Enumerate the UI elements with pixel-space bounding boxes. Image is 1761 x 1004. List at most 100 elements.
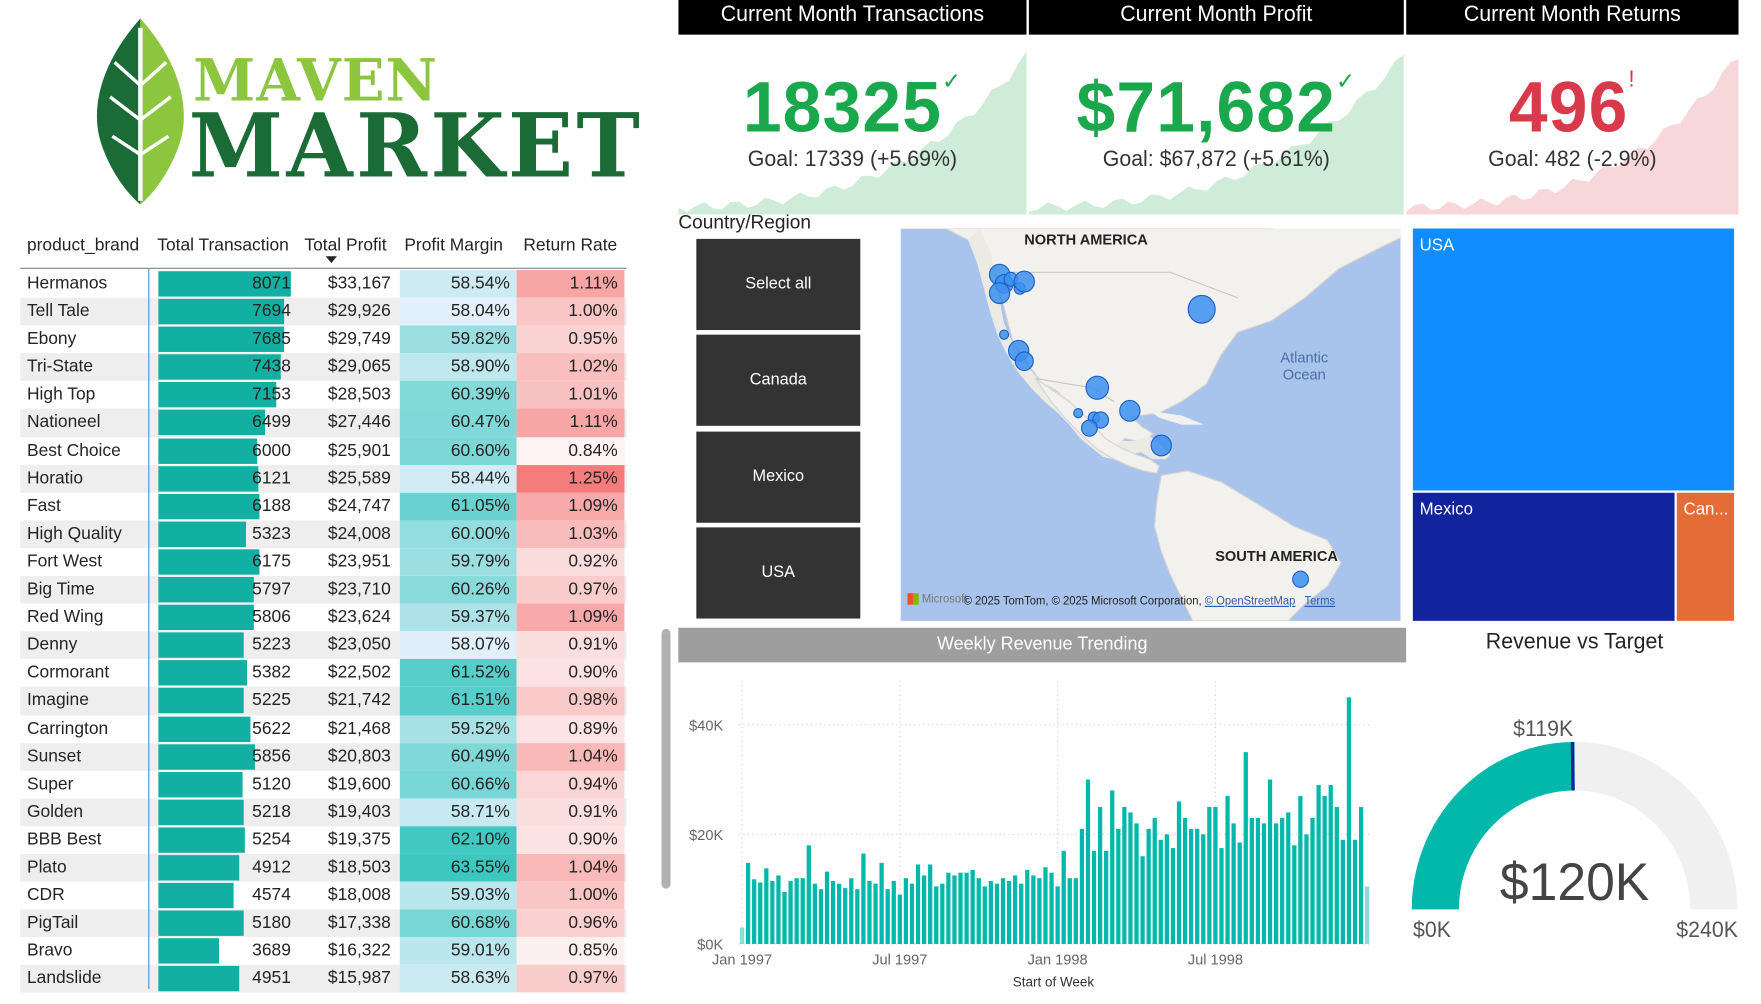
revenue-bar[interactable] — [988, 880, 993, 944]
table-row[interactable]: Landslide 4951 $15,987 58.63% 0.97% — [20, 965, 627, 993]
table-row[interactable]: Imagine 5225 $21,742 61.51% 0.98% — [20, 687, 627, 715]
table-row[interactable]: CDR 4574 $18,008 59.03% 1.00% — [20, 881, 626, 910]
revenue-bar[interactable] — [915, 864, 921, 944]
revenue-bar[interactable] — [1261, 823, 1267, 944]
revenue-bar[interactable] — [1085, 779, 1091, 944]
revenue-bar[interactable] — [758, 882, 763, 944]
revenue-bar[interactable] — [952, 875, 957, 944]
revenue-bar[interactable] — [1013, 875, 1018, 944]
revenue-bar[interactable] — [1110, 790, 1115, 944]
revenue-bar[interactable] — [1346, 697, 1352, 944]
revenue-bar[interactable] — [1158, 839, 1163, 944]
revenue-bar[interactable] — [1067, 878, 1072, 944]
revenue-bar[interactable] — [1043, 867, 1048, 944]
revenue-bar[interactable] — [1267, 779, 1273, 944]
table-row[interactable]: Red Wing 5806 $23,624 59.37% 1.09% — [20, 603, 626, 632]
revenue-bar[interactable] — [1316, 785, 1321, 944]
revenue-bar[interactable] — [1334, 806, 1339, 944]
revenue-bar[interactable] — [1237, 842, 1242, 944]
revenue-bar[interactable] — [1292, 845, 1297, 944]
revenue-bar[interactable] — [1140, 856, 1145, 944]
revenue-gauge[interactable]: $120K $119K $0K $240K — [1404, 704, 1752, 958]
revenue-bar[interactable] — [1146, 828, 1151, 944]
revenue-bar[interactable] — [1170, 848, 1176, 944]
revenue-bar[interactable] — [770, 880, 775, 944]
revenue-bar[interactable] — [1079, 828, 1085, 944]
revenue-bar[interactable] — [1298, 795, 1303, 944]
revenue-bar[interactable] — [1104, 850, 1109, 944]
table-row[interactable]: Sunset 5856 $20,803 60.49% 1.04% — [20, 742, 627, 771]
table-row[interactable]: Best Choice 6000 $25,901 60.60% 0.84% — [20, 436, 626, 465]
table-row[interactable]: Tri-State 7438 $29,065 58.90% 1.02% — [20, 353, 627, 382]
revenue-bar[interactable] — [1182, 817, 1188, 944]
revenue-bar[interactable] — [1097, 806, 1103, 944]
revenue-bar[interactable] — [1280, 817, 1285, 944]
revenue-bar[interactable] — [824, 871, 830, 944]
table-row[interactable]: Golden 5218 $19,403 58.71% 0.91% — [20, 798, 627, 827]
revenue-bar[interactable] — [1358, 806, 1364, 944]
revenue-bar[interactable] — [1249, 817, 1254, 944]
header-profit-margin[interactable]: Profit Margin — [404, 235, 503, 256]
revenue-bar[interactable] — [752, 879, 757, 944]
revenue-bar[interactable] — [812, 883, 817, 944]
revenue-bar[interactable] — [1225, 795, 1230, 944]
revenue-bar[interactable] — [861, 853, 866, 944]
revenue-bar[interactable] — [1152, 817, 1157, 944]
revenue-bar[interactable] — [982, 886, 987, 944]
table-row[interactable]: Big Time 5797 $23,710 60.26% 0.97% — [20, 575, 627, 604]
weekly-revenue-chart[interactable]: $0K $20K $40K Jan 1997 Jul 1997 Jan 1998 Jul 1… — [674, 667, 1393, 1002]
revenue-bar[interactable] — [782, 891, 787, 944]
header-return-rate[interactable]: Return Rate — [523, 235, 617, 256]
revenue-bar[interactable] — [903, 878, 909, 944]
openstreetmap-link[interactable]: © OpenStreetMap — [1205, 595, 1296, 608]
revenue-bar[interactable] — [994, 883, 1000, 944]
revenue-bar[interactable] — [1061, 850, 1066, 944]
slicer-option-canada[interactable]: Canada — [696, 334, 861, 426]
revenue-bar[interactable] — [806, 845, 811, 944]
revenue-bar[interactable] — [776, 875, 781, 944]
sort-descending-icon[interactable] — [325, 256, 337, 264]
table-row[interactable]: Bravo 3689 $16,322 59.01% 0.85% — [20, 937, 626, 966]
revenue-bar[interactable] — [934, 886, 939, 944]
revenue-bar[interactable] — [818, 889, 824, 944]
revenue-bar[interactable] — [1006, 880, 1012, 944]
revenue-bar[interactable] — [1207, 806, 1212, 944]
slicer-option-mexico[interactable]: Mexico — [696, 431, 861, 523]
table-row[interactable]: Ebony 7685 $29,749 59.82% 0.95% — [20, 325, 626, 354]
revenue-bar[interactable] — [1055, 886, 1060, 944]
revenue-bar[interactable] — [843, 888, 848, 944]
revenue-bar[interactable] — [1134, 823, 1139, 944]
treemap-cell-usa[interactable]: USA — [1412, 228, 1735, 491]
scrollbar[interactable] — [661, 628, 671, 889]
revenue-bar[interactable] — [745, 862, 751, 944]
table-row[interactable]: Fast 6188 $24,747 61.05% 1.09% — [20, 492, 626, 521]
slicer-option-select-all[interactable]: Select all — [696, 238, 861, 331]
revenue-bar[interactable] — [928, 864, 933, 944]
revenue-bar[interactable] — [1164, 834, 1169, 944]
revenue-bar[interactable] — [891, 880, 896, 944]
revenue-bar[interactable] — [1213, 806, 1218, 944]
revenue-bar[interactable] — [1304, 834, 1309, 944]
table-row[interactable]: Tell Tale 7694 $29,926 58.04% 1.00% — [20, 297, 627, 326]
table-row[interactable]: Nationeel 6499 $27,446 60.47% 1.11% — [20, 409, 627, 437]
revenue-bar[interactable] — [1122, 806, 1127, 944]
table-row[interactable]: Horatio 6121 $25,589 58.44% 1.25% — [20, 464, 627, 493]
revenue-bar[interactable] — [1243, 752, 1248, 944]
revenue-bar[interactable] — [830, 880, 836, 944]
revenue-bar[interactable] — [1352, 839, 1358, 944]
revenue-bar[interactable] — [837, 883, 842, 944]
revenue-map[interactable]: NORTH AMERICA SOUTH AMERICA Atlantic Oce… — [900, 228, 1401, 621]
revenue-bar[interactable] — [1328, 785, 1333, 944]
revenue-bar[interactable] — [1273, 823, 1279, 944]
revenue-bar[interactable] — [1031, 875, 1036, 944]
revenue-bar[interactable] — [946, 872, 951, 944]
revenue-bar[interactable] — [1201, 834, 1206, 944]
revenue-bar[interactable] — [739, 927, 745, 944]
table-row[interactable]: Super 5120 $19,600 60.66% 0.94% — [20, 770, 626, 799]
revenue-bar[interactable] — [788, 880, 793, 944]
revenue-bar[interactable] — [921, 875, 927, 944]
revenue-bar[interactable] — [1219, 848, 1224, 944]
revenue-bar[interactable] — [897, 894, 902, 944]
revenue-bar[interactable] — [1189, 828, 1194, 944]
revenue-bar[interactable] — [958, 872, 963, 944]
